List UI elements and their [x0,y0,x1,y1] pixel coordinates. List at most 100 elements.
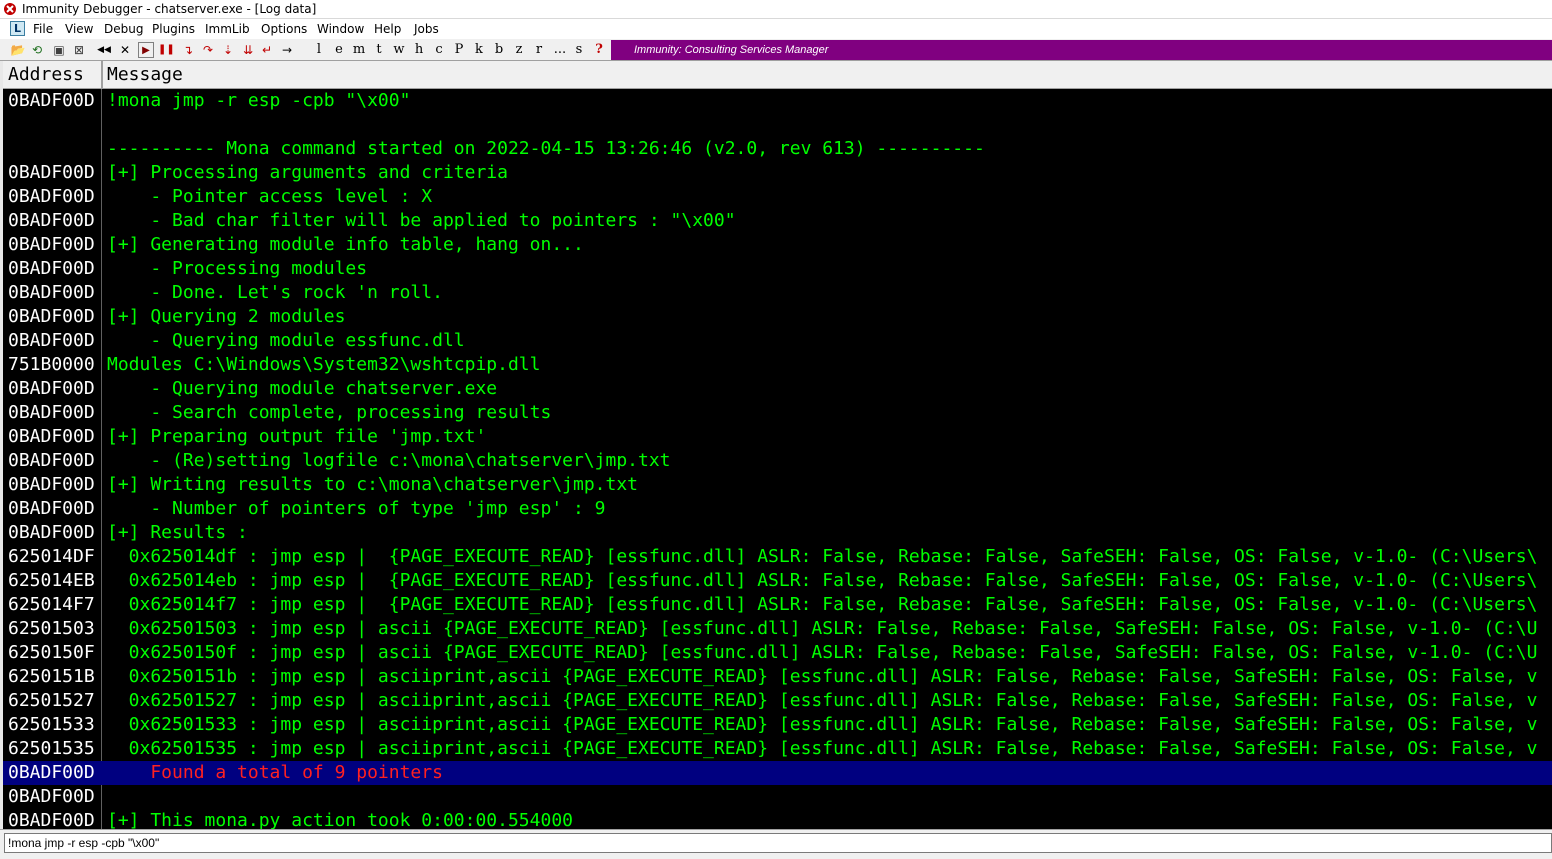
handles-button[interactable]: h [412,41,426,59]
log-message: - Querying module chatserver.exe [107,378,498,399]
toolbar: 📂 ⟲ ▣ ⊠ ◀◀ ✕ ▶ ❚❚ ↴ ↷ ⇣ ⇊ ↵ → l e m t w … [0,40,1552,61]
close-icon[interactable]: ✕ [117,42,133,58]
log-address: 0BADF00D [8,306,95,327]
rewind-icon[interactable]: ◀◀ [96,42,112,58]
log-row[interactable]: 625014EB 0x625014eb : jmp esp | {PAGE_EX… [3,569,1552,593]
log-address: 0BADF00D [8,474,95,495]
step-over-icon[interactable]: ↷ [200,42,216,58]
step-into-icon[interactable]: ↴ [180,42,196,58]
address-column-header[interactable]: Address [8,61,84,89]
log-row[interactable]: 0BADF00D - (Re)setting logfile c:\mona\c… [3,449,1552,473]
log-row[interactable]: 0BADF00D [+] Querying 2 modules [3,305,1552,329]
executable-modules-button[interactable]: e [332,41,346,59]
trace-over-icon[interactable]: ⇊ [240,42,256,58]
log-message: - Search complete, processing results [107,402,552,423]
log-message: - Number of pointers of type 'jmp esp' :… [107,498,606,519]
log-row[interactable]: 6250150F 0x6250150f : jmp esp | ascii {P… [3,641,1552,665]
patches-button[interactable]: P [452,41,466,59]
log-window-icon[interactable]: L [10,21,25,36]
column-divider[interactable] [101,61,103,88]
log-row[interactable]: 62501533 0x62501533 : jmp esp | asciipri… [3,713,1552,737]
log-address: 0BADF00D [8,186,95,207]
window-title: Immunity Debugger - chatserver.exe - [Lo… [22,2,317,16]
log-row[interactable]: ---------- Mona command started on 2022-… [3,137,1552,161]
help-button[interactable]: ? [592,41,606,59]
log-row[interactable]: 0BADF00D - Pointer access level : X [3,185,1552,209]
log-message: [+] Writing results to c:\mona\chatserve… [107,474,639,495]
breakpoints-button[interactable]: b [492,41,506,59]
log-row[interactable]: 0BADF00D [+] Processing arguments and cri… [3,161,1552,185]
cpu-button[interactable]: c [432,41,446,59]
log-row[interactable]: 6250151B 0x6250151b : jmp esp | asciipri… [3,665,1552,689]
restart-icon[interactable]: ⟲ [29,42,45,58]
log-row-selected[interactable]: 0BADF00D Found a total of 9 pointers [3,761,1552,785]
log-message: Found a total of 9 pointers [107,762,443,783]
log-row[interactable]: 0BADF00D [+] Writing results to c:\mona\c… [3,473,1552,497]
log-row[interactable]: 625014DF 0x625014df : jmp esp | {PAGE_EX… [3,545,1552,569]
log-message: - Done. Let's rock 'n roll. [107,282,443,303]
menu-bar: L File View Debug Plugins ImmLib Options… [0,19,1552,39]
log-address: 0BADF00D [8,282,95,303]
log-row[interactable]: 751B0000 Modules C:\Windows\System32\wsht… [3,353,1552,377]
log-row[interactable]: 0BADF00D - Querying module chatserver.ex… [3,377,1552,401]
log-window: Address Message 0BADF00D !mona jmp -r esp… [0,61,1552,829]
log-address: 0BADF00D [8,330,95,351]
call-stack-button[interactable]: k [472,41,486,59]
log-address: 751B0000 [8,354,95,375]
log-row[interactable]: 0BADF00D [3,785,1552,809]
menu-file[interactable]: File [33,19,53,39]
close-program-icon[interactable]: ▣ [51,42,67,58]
run-trace-button[interactable]: r [532,41,546,59]
trace-into-icon[interactable]: ⇣ [220,42,236,58]
log-address: 62501503 [8,618,95,639]
log-row[interactable]: 0BADF00D [+] Results : [3,521,1552,545]
menu-options[interactable]: Options [261,19,307,39]
log-message: - Querying module essfunc.dll [107,330,465,351]
log-row[interactable]: 0BADF00D !mona jmp -r esp -cpb "\x00" [3,89,1552,113]
consulting-banner[interactable]: Immunity: Consulting Services Manager [611,40,1552,60]
log-message: 0x625014f7 : jmp esp | {PAGE_EXECUTE_REA… [107,594,1538,615]
log-row[interactable]: 0BADF00D - Bad char filter will be appli… [3,209,1552,233]
log-address: 0BADF00D [8,378,95,399]
log-row[interactable]: 0BADF00D [+] Preparing output file 'jmp.t… [3,425,1552,449]
open-icon[interactable]: 📂 [10,42,26,58]
log-row[interactable] [3,113,1552,137]
message-column-header[interactable]: Message [107,61,183,89]
log-row[interactable]: 0BADF00D [+] Generating module info table… [3,233,1552,257]
pause-icon[interactable]: ❚❚ [158,42,175,58]
attach-icon[interactable]: ⊠ [71,42,87,58]
menu-window[interactable]: Window [317,19,364,39]
log-row[interactable]: 0BADF00D - Querying module essfunc.dll [3,329,1552,353]
goto-icon[interactable]: → [279,42,295,58]
references-button[interactable]: z [512,41,526,59]
log-row[interactable]: 0BADF00D - Search complete, processing r… [3,401,1552,425]
menu-jobs[interactable]: Jobs [414,19,439,39]
log-row[interactable]: 625014F7 0x625014f7 : jmp esp | {PAGE_EX… [3,593,1552,617]
log-row[interactable]: 0BADF00D - Processing modules [3,257,1552,281]
log-row[interactable]: 0BADF00D [+] This mona.py action took 0:0… [3,809,1552,829]
log-address: 0BADF00D [8,426,95,447]
log-address: 625014DF [8,546,95,567]
log-row[interactable]: 0BADF00D - Done. Let's rock 'n roll. [3,281,1552,305]
threads-button[interactable]: t [372,41,386,59]
log-row[interactable]: 62501503 0x62501503 : jmp esp | ascii {P… [3,617,1552,641]
memory-map-button[interactable]: m [352,41,366,59]
menu-view[interactable]: View [65,19,93,39]
log-address: 0BADF00D [8,810,95,829]
log-row[interactable]: 62501535 0x62501535 : jmp esp | asciipri… [3,737,1552,761]
menu-plugins[interactable]: Plugins [152,19,195,39]
log-address: 0BADF00D [8,522,95,543]
log-window-button[interactable]: l [312,41,326,59]
windows-button[interactable]: w [392,41,406,59]
execute-till-return-icon[interactable]: ↵ [259,42,275,58]
command-input[interactable]: !mona jmp -r esp -cpb "\x00" [4,833,1552,853]
log-row[interactable]: 62501527 0x62501527 : jmp esp | asciipri… [3,689,1552,713]
menu-immlib[interactable]: ImmLib [205,19,250,39]
log-row[interactable]: 0BADF00D - Number of pointers of type 'j… [3,497,1552,521]
run-icon[interactable]: ▶ [138,42,154,58]
more-windows-button[interactable]: ... [551,41,569,59]
menu-debug[interactable]: Debug [104,19,143,39]
source-button[interactable]: s [572,41,586,59]
menu-help[interactable]: Help [374,19,401,39]
title-bar: Immunity Debugger - chatserver.exe - [Lo… [0,0,1552,19]
